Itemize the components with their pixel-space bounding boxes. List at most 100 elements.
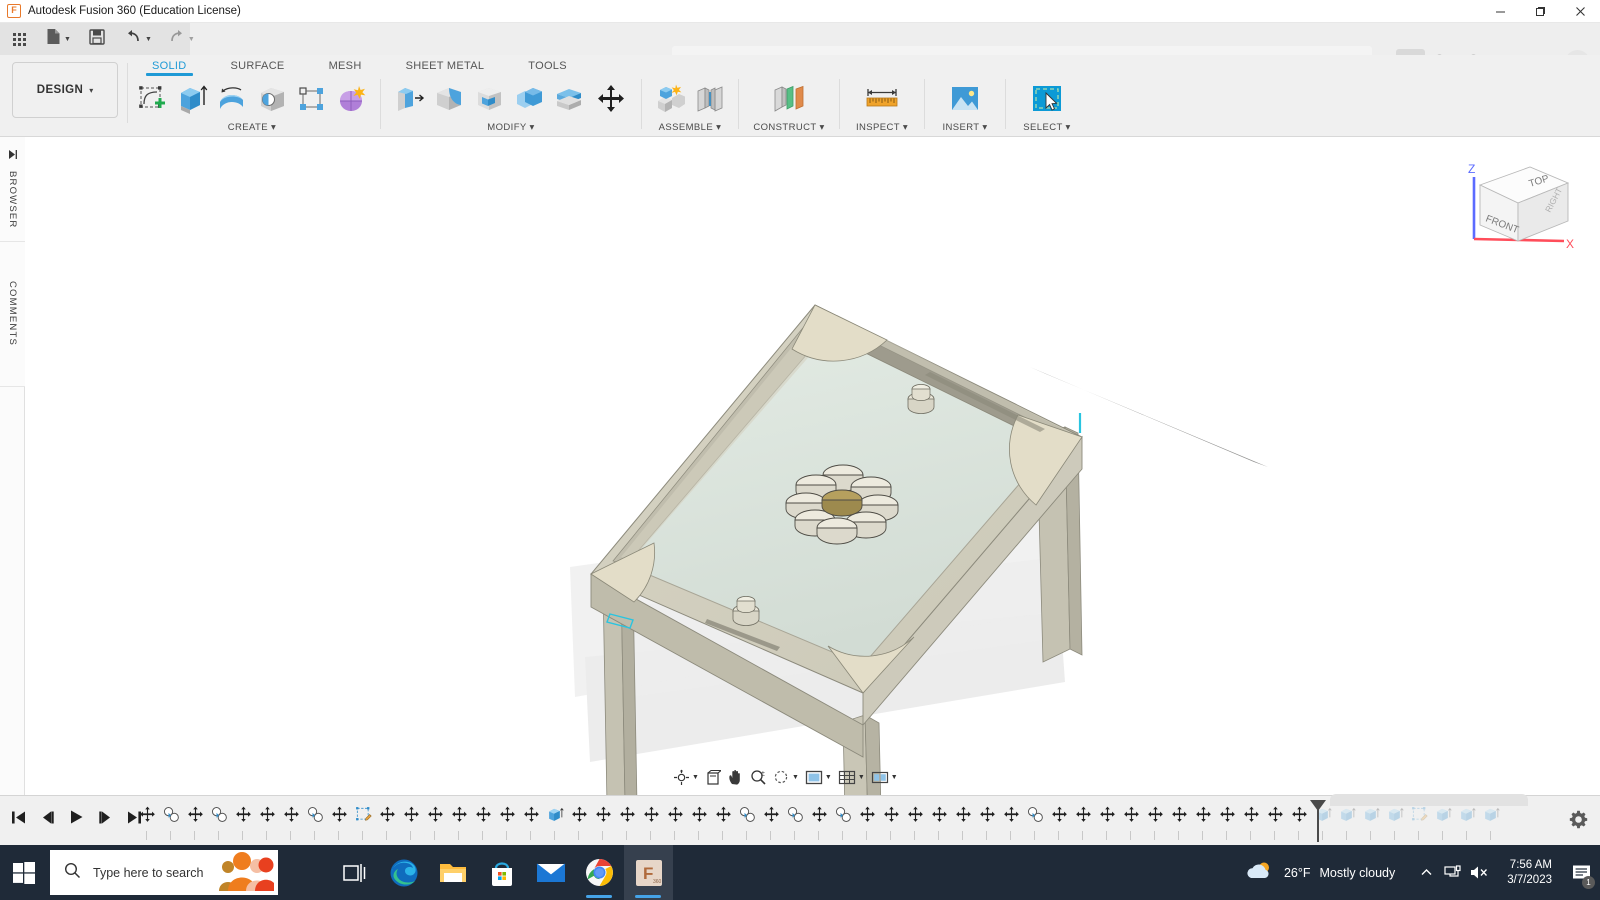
app-grid-button[interactable] xyxy=(8,23,31,55)
timeline-feature-joint[interactable] xyxy=(831,806,855,832)
timeline-feature-joint[interactable] xyxy=(303,806,327,832)
timeline-feature-move-copy[interactable] xyxy=(183,806,207,832)
timeline-feature-move-copy[interactable] xyxy=(615,806,639,832)
weather-widget[interactable]: 26°F Mostly cloudy xyxy=(1247,860,1395,885)
timeline-feature-extrude-pending[interactable] xyxy=(1383,806,1407,832)
timeline-feature-move-copy[interactable] xyxy=(1167,806,1191,832)
timeline-feature-move-copy[interactable] xyxy=(519,806,543,832)
fusion360-button[interactable]: F 360 xyxy=(624,845,673,900)
move-copy-tool[interactable] xyxy=(590,79,632,119)
display-settings-button[interactable]: ▼ xyxy=(802,765,835,790)
timeline-feature-move-copy[interactable] xyxy=(975,806,999,832)
timeline-feature-move-copy[interactable] xyxy=(495,806,519,832)
sidebar-item-browser[interactable]: BROWSER xyxy=(0,137,25,242)
offset-face-tool[interactable] xyxy=(550,79,588,119)
volume-muted-icon[interactable] xyxy=(1465,845,1495,900)
timeline-feature-extrude-pending[interactable] xyxy=(1431,806,1455,832)
maximize-button[interactable] xyxy=(1520,0,1560,23)
timeline-feature-extrude[interactable] xyxy=(543,806,567,832)
hole-tool[interactable] xyxy=(253,79,291,119)
timeline-feature-move-copy[interactable] xyxy=(1191,806,1215,832)
timeline-feature-move-copy[interactable] xyxy=(1095,806,1119,832)
3d-viewport[interactable]: Z X TOP FRONT RIGHT ▼ xyxy=(25,137,1600,795)
timeline-feature-move-copy[interactable] xyxy=(135,806,159,832)
timeline-feature-joint[interactable] xyxy=(783,806,807,832)
timeline-feature-move-copy[interactable] xyxy=(327,806,351,832)
timeline-feature-move-copy[interactable] xyxy=(1239,806,1263,832)
timeline-feature-move-copy[interactable] xyxy=(903,806,927,832)
extrude-tool[interactable] xyxy=(173,79,211,119)
joint-tool[interactable] xyxy=(691,79,729,119)
form-tool[interactable] xyxy=(333,79,371,119)
show-hidden-icons-button[interactable] xyxy=(1413,845,1439,900)
minimize-button[interactable] xyxy=(1480,0,1520,23)
timeline-feature-move-copy[interactable] xyxy=(855,806,879,832)
new-file-button[interactable]: ▼ xyxy=(41,23,76,55)
workspace-selector[interactable]: DESIGN ▾ xyxy=(12,62,118,118)
orbit-button[interactable]: ▼ xyxy=(670,765,702,790)
chrome-button[interactable] xyxy=(575,845,624,900)
microsoft-store-button[interactable] xyxy=(477,845,526,900)
timeline-step-back-button[interactable] xyxy=(37,806,57,828)
timeline-feature-joint[interactable] xyxy=(159,806,183,832)
timeline-feature-move-copy[interactable] xyxy=(711,806,735,832)
timeline-play-button[interactable] xyxy=(66,806,86,828)
select-tool[interactable] xyxy=(1024,79,1070,119)
timeline-feature-sketch[interactable] xyxy=(351,806,375,832)
viewports-button[interactable]: ▼ xyxy=(868,765,901,790)
timeline-feature-joint[interactable] xyxy=(207,806,231,832)
revolve-tool[interactable] xyxy=(213,79,251,119)
tab-solid[interactable]: SOLID xyxy=(130,55,209,72)
timeline-feature-move-copy[interactable] xyxy=(639,806,663,832)
timeline-feature-move-copy[interactable] xyxy=(399,806,423,832)
timeline-feature-move-copy[interactable] xyxy=(1047,806,1071,832)
pattern-tool[interactable] xyxy=(293,79,331,119)
timeline-track[interactable] xyxy=(135,800,1540,844)
grid-snaps-button[interactable]: ▼ xyxy=(835,765,868,790)
taskview-button[interactable] xyxy=(330,845,379,900)
timeline-feature-move-copy[interactable] xyxy=(1263,806,1287,832)
timeline-feature-joint[interactable] xyxy=(735,806,759,832)
tab-tools[interactable]: TOOLS xyxy=(506,55,589,72)
timeline-feature-move-copy[interactable] xyxy=(1119,806,1143,832)
create-sketch-tool[interactable] xyxy=(133,79,171,119)
network-icon[interactable] xyxy=(1439,845,1465,900)
redo-button[interactable]: ▼ xyxy=(163,23,200,55)
search-input[interactable]: Type here to search xyxy=(50,850,278,895)
model-canvas[interactable] xyxy=(25,137,1600,795)
windows-start-icon[interactable] xyxy=(0,845,48,900)
press-pull-tool[interactable] xyxy=(390,79,428,119)
timeline-feature-move-copy[interactable] xyxy=(999,806,1023,832)
timeline-feature-move-copy[interactable] xyxy=(375,806,399,832)
timeline-feature-joint[interactable] xyxy=(1023,806,1047,832)
view-cube[interactable]: Z X TOP FRONT RIGHT xyxy=(1448,149,1578,259)
expand-panel-icon[interactable] xyxy=(7,147,18,165)
timeline-feature-move-copy[interactable] xyxy=(1143,806,1167,832)
close-button[interactable] xyxy=(1560,0,1600,23)
zoom-button[interactable]: ± xyxy=(747,765,770,790)
sidebar-item-comments[interactable]: COMMENTS xyxy=(0,242,25,387)
timeline-feature-sketch-pending[interactable] xyxy=(1407,806,1431,832)
timeline-feature-extrude-pending[interactable] xyxy=(1455,806,1479,832)
taskbar-clock[interactable]: 7:56 AM 3/7/2023 xyxy=(1507,858,1552,888)
tab-sheet-metal[interactable]: SHEET METAL xyxy=(384,55,507,72)
look-at-button[interactable] xyxy=(702,765,724,790)
timeline-feature-move-copy[interactable] xyxy=(591,806,615,832)
timeline-feature-extrude-pending[interactable] xyxy=(1335,806,1359,832)
file-explorer-button[interactable] xyxy=(428,845,477,900)
pan-button[interactable] xyxy=(724,765,747,790)
tab-mesh[interactable]: MESH xyxy=(307,55,384,72)
timeline-feature-move-copy[interactable] xyxy=(279,806,303,832)
timeline-settings-gear-icon[interactable] xyxy=(1569,810,1588,834)
combine-tool[interactable] xyxy=(510,79,548,119)
edge-button[interactable] xyxy=(379,845,428,900)
people-icon[interactable] xyxy=(216,849,274,896)
new-component-tool[interactable] xyxy=(651,79,689,119)
tab-surface[interactable]: SURFACE xyxy=(209,55,307,72)
timeline-feature-move-copy[interactable] xyxy=(231,806,255,832)
timeline-feature-move-copy[interactable] xyxy=(879,806,903,832)
fillet-tool[interactable] xyxy=(430,79,468,119)
timeline-feature-move-copy[interactable] xyxy=(447,806,471,832)
measure-tool[interactable] xyxy=(858,79,906,119)
fit-button[interactable]: ▼ xyxy=(770,765,802,790)
